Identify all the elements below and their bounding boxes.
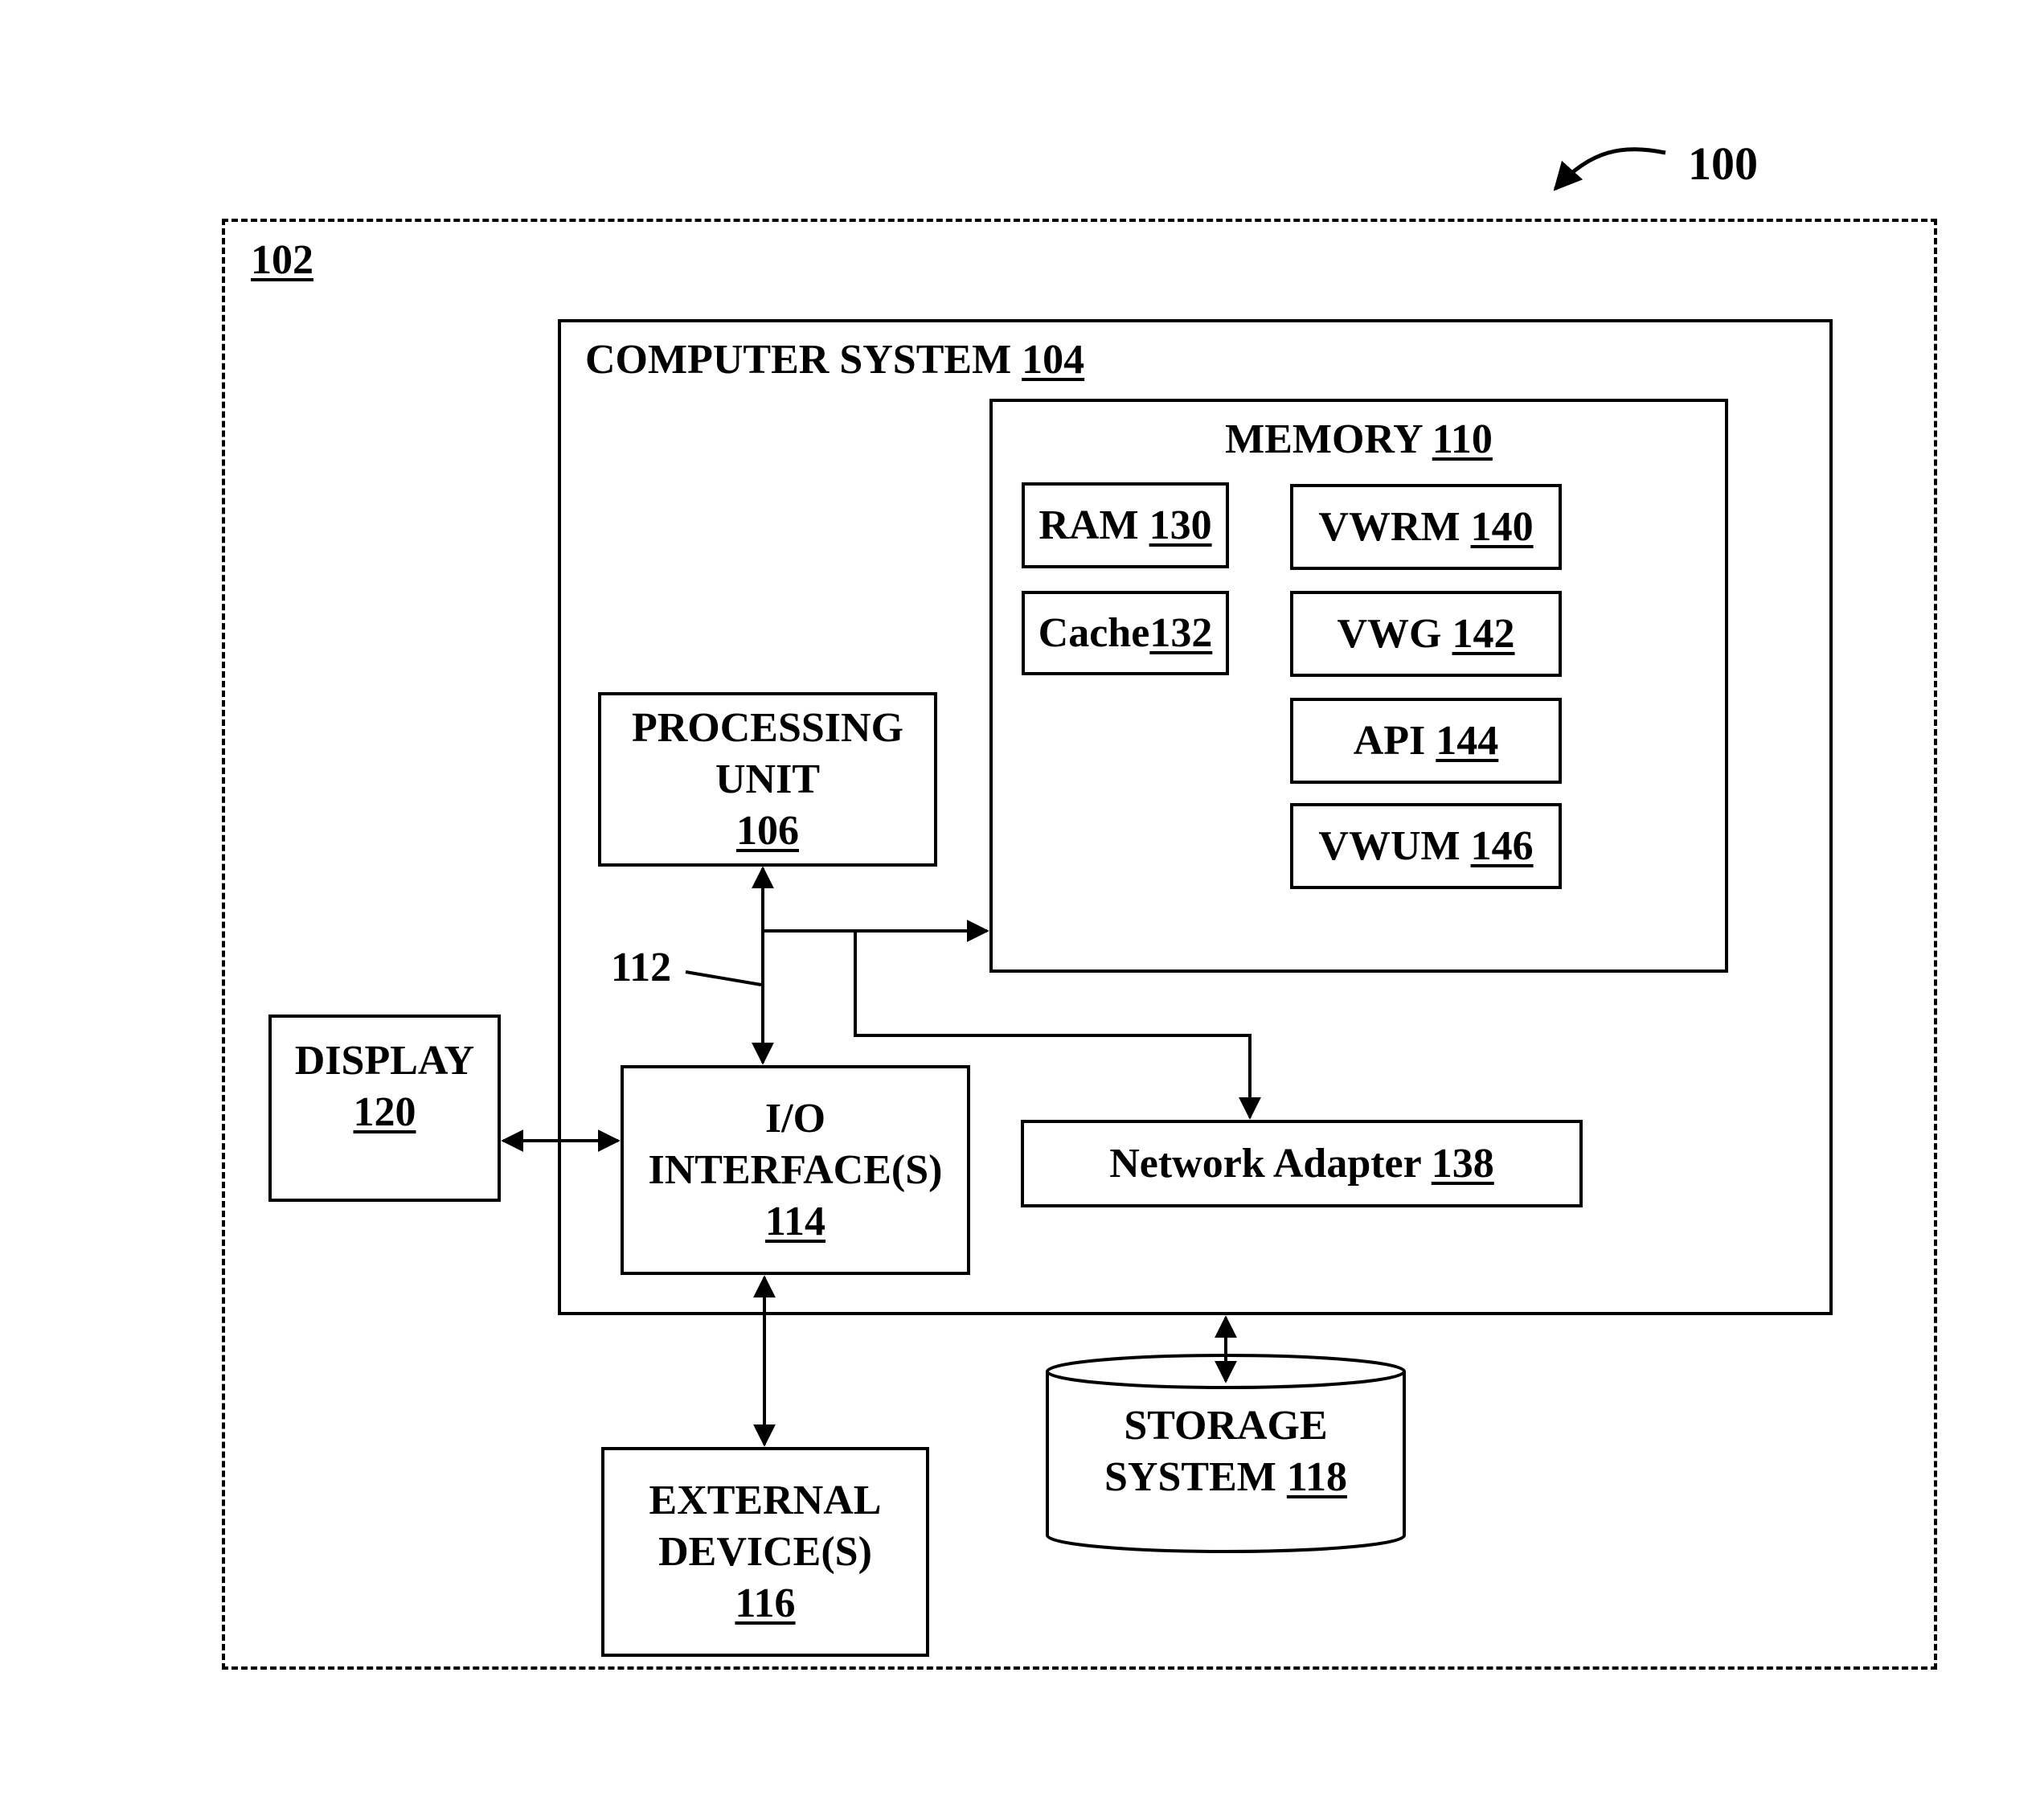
vwrm-label: VWRM — [1318, 503, 1460, 550]
figure-ref-label: 100 — [1688, 138, 1758, 190]
api-ref: 144 — [1436, 717, 1499, 764]
io-interface-box[interactable]: I/O INTERFACE(S) 114 — [621, 1065, 970, 1275]
memory-item-cache[interactable]: Cache132 — [1022, 591, 1229, 675]
cache-label: Cache — [1038, 609, 1150, 656]
ram-label: RAM — [1038, 502, 1139, 548]
vwg-label: VWG — [1337, 610, 1442, 657]
processing-unit-ref: 106 — [736, 807, 799, 854]
io-interface-line1: I/O — [764, 1095, 826, 1142]
computer-system-ref: 104 — [1022, 337, 1085, 383]
network-adapter-label: Network Adapter — [1109, 1140, 1421, 1187]
memory-item-vwg[interactable]: VWG 142 — [1290, 591, 1562, 677]
display-ref: 120 — [353, 1089, 416, 1135]
memory-ref: 110 — [1432, 416, 1493, 462]
computer-system-title: COMPUTER SYSTEM — [585, 337, 1012, 383]
memory-item-vwum[interactable]: VWUM 146 — [1290, 803, 1562, 889]
memory-item-api[interactable]: API 144 — [1290, 698, 1562, 784]
network-adapter-ref: 138 — [1431, 1140, 1494, 1187]
processing-unit-line2: UNIT — [715, 756, 821, 802]
bus-ref: 112 — [611, 945, 672, 990]
display-box[interactable]: DISPLAY 120 — [268, 1015, 501, 1202]
external-devices-ref: 116 — [735, 1580, 796, 1626]
memory-item-ram[interactable]: RAM 130 — [1022, 482, 1229, 568]
io-interface-ref: 114 — [764, 1198, 826, 1244]
memory-label: MEMORY 110 — [989, 414, 1728, 465]
vwg-ref: 142 — [1452, 610, 1515, 657]
storage-system-line2: SYSTEM — [1104, 1454, 1276, 1500]
figure-ref-arrow — [1553, 147, 1666, 191]
vwrm-ref: 140 — [1470, 503, 1534, 550]
display-label: DISPLAY — [294, 1038, 475, 1084]
figure-ref-number: 100 — [1688, 137, 1758, 190]
bus-ref-label: 112 — [611, 942, 671, 994]
environment-ref: 102 — [251, 237, 313, 283]
vwum-label: VWUM — [1318, 822, 1460, 869]
storage-system-label[interactable]: STORAGE SYSTEM 118 — [1047, 1400, 1404, 1503]
processing-unit-line1: PROCESSING — [631, 704, 904, 751]
io-interface-line2: INTERFACE(S) — [648, 1146, 943, 1193]
api-label: API — [1353, 717, 1426, 764]
storage-system-ref: 118 — [1286, 1454, 1347, 1500]
memory-item-vwrm[interactable]: VWRM 140 — [1290, 484, 1562, 570]
environment-ref-label: 102 — [251, 235, 313, 286]
vwum-ref: 146 — [1470, 822, 1534, 869]
cache-ref: 132 — [1149, 609, 1213, 656]
ram-ref: 130 — [1149, 502, 1212, 548]
storage-system-line1: STORAGE — [1124, 1403, 1328, 1449]
processing-unit-box[interactable]: PROCESSING UNIT 106 — [598, 692, 937, 867]
external-devices-box[interactable]: EXTERNAL DEVICE(S) 116 — [601, 1447, 929, 1657]
external-devices-line1: EXTERNAL — [649, 1477, 882, 1523]
memory-title: MEMORY — [1225, 416, 1422, 462]
external-devices-line2: DEVICE(S) — [658, 1528, 872, 1575]
computer-system-label: COMPUTER SYSTEM 104 — [585, 334, 1084, 386]
network-adapter-box[interactable]: Network Adapter 138 — [1021, 1120, 1583, 1207]
